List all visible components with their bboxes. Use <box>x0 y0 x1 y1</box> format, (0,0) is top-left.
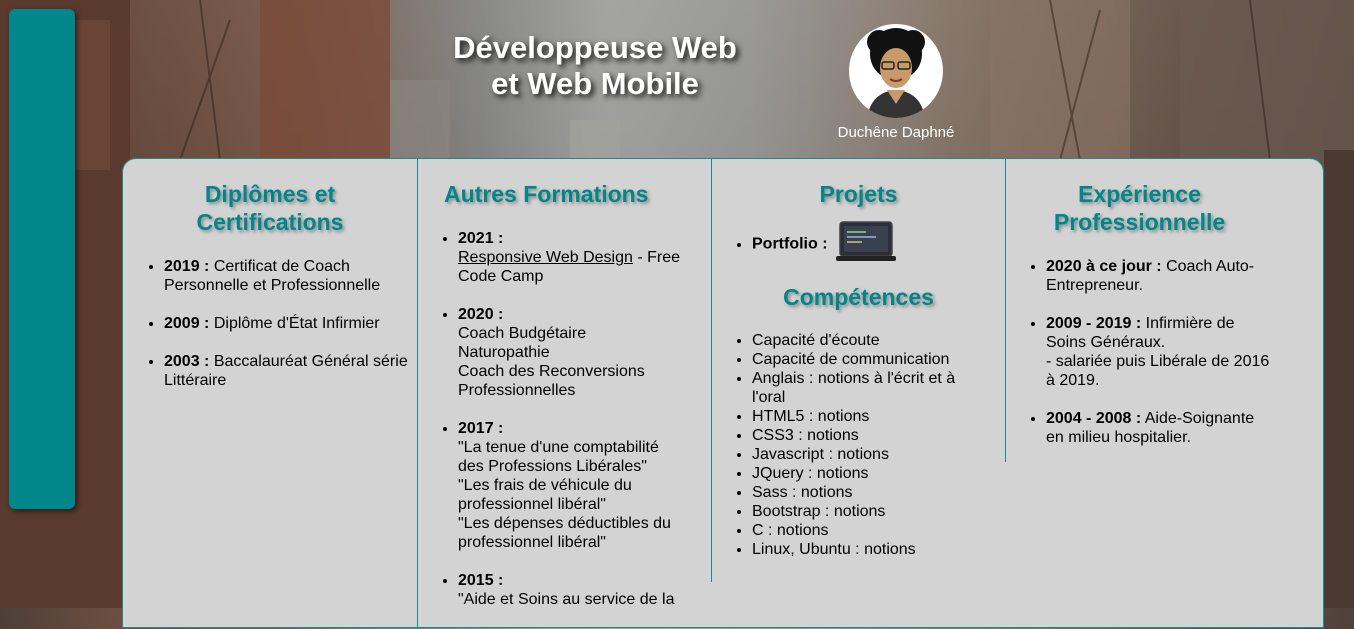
competences-list: Capacité d'écoute Capacité de communicat… <box>712 331 972 559</box>
projets-column: Projets Portfolio : Compétences Cap <box>712 159 1005 559</box>
diplomes-column: Diplômes et Certifications 2019 : Certif… <box>123 159 417 409</box>
list-item: Bootstrap : notions <box>752 502 972 521</box>
list-item: 2004 - 2008 : Aide-Soignante en milieu h… <box>1046 409 1272 447</box>
list-item: 2020 à ce jour : Coach Auto-Entrepreneur… <box>1046 257 1272 295</box>
list-item: Javascript : notions <box>752 445 972 464</box>
list-item: HTML5 : notions <box>752 407 972 426</box>
formations-column: Autres Formations 2021 : Responsive Web … <box>418 159 711 628</box>
page-title: Développeuse Web et Web Mobile <box>420 30 770 102</box>
page-title-line2: et Web Mobile <box>491 66 699 101</box>
list-item: Anglais : notions à l'écrit et à l'oral <box>752 369 972 407</box>
list-item: JQuery : notions <box>752 464 972 483</box>
diplomes-list: 2019 : Certificat de Coach Personnelle e… <box>123 257 424 390</box>
list-item: Capacité de communication <box>752 350 972 369</box>
list-item: 2009 : Diplôme d'État Infirmier <box>164 314 424 333</box>
formations-list: 2021 : Responsive Web Design - Free Code… <box>418 229 688 609</box>
list-item: 2009 - 2019 : Infirmière de Soins Généra… <box>1046 314 1272 390</box>
responsive-web-design-link[interactable]: Responsive Web Design <box>458 249 633 266</box>
avatar-illustration-icon <box>867 28 925 118</box>
experience-list: 2020 à ce jour : Coach Auto-Entrepreneur… <box>1006 257 1272 447</box>
projets-title: Projets <box>819 181 898 207</box>
side-panel <box>9 9 75 509</box>
diplomes-title-line2: Certifications <box>196 209 344 235</box>
experience-title-line1: Expérience <box>1078 181 1201 207</box>
list-item: 2003 : Baccalauréat Général série Littér… <box>164 352 424 390</box>
list-item: Linux, Ubuntu : notions <box>752 540 972 559</box>
diplomes-title: Diplômes et Certifications <box>123 180 417 236</box>
experience-title: Expérience Professionnelle <box>1006 180 1273 236</box>
list-item: 2021 : Responsive Web Design - Free Code… <box>458 229 688 286</box>
list-item: CSS3 : notions <box>752 426 972 445</box>
list-item: 2019 : Certificat de Coach Personnelle e… <box>164 257 424 295</box>
list-item: Sass : notions <box>752 483 972 502</box>
list-item: 2017 : "La tenue d'une comptabilité des … <box>458 419 688 552</box>
experience-column: Expérience Professionnelle 2020 à ce jou… <box>1006 159 1273 466</box>
author-name: Duchêne Daphné <box>837 124 955 141</box>
list-item: 2020 : Coach Budgétaire Naturopathie Coa… <box>458 305 688 400</box>
diplomes-title-line1: Diplômes et <box>204 181 336 207</box>
competences-title: Compétences <box>783 284 934 310</box>
list-item: C : notions <box>752 521 972 540</box>
content-panel: Diplômes et Certifications 2019 : Certif… <box>122 158 1324 629</box>
avatar <box>849 24 943 118</box>
projets-list: Portfolio : <box>712 220 1005 269</box>
laptop-icon[interactable] <box>836 220 896 269</box>
experience-title-line2: Professionnelle <box>1053 209 1226 235</box>
page-title-line1: Développeuse Web <box>453 30 737 65</box>
portfolio-item: Portfolio : <box>752 220 1005 269</box>
list-item: 2015 : "Aide et Soins au service de la <box>458 571 688 609</box>
formations-title: Autres Formations <box>444 181 649 207</box>
list-item: Capacité d'écoute <box>752 331 972 350</box>
